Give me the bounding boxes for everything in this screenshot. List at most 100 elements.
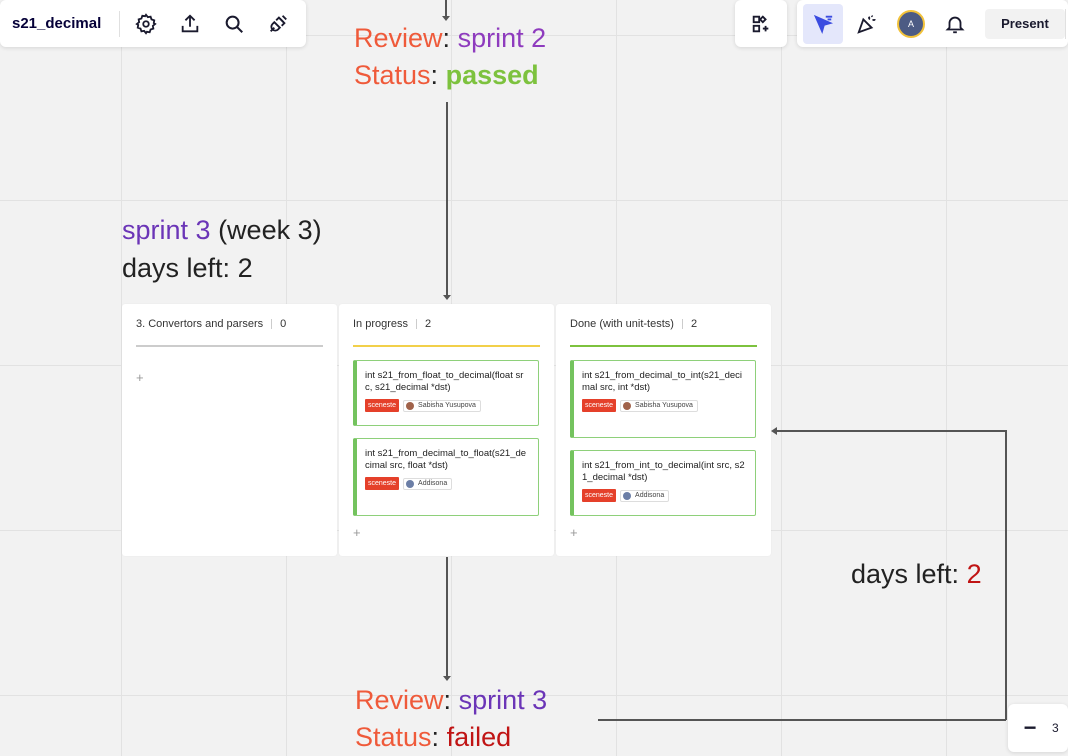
column-title: In progress (353, 318, 409, 330)
sprint-heading: sprint 3 (week 3) (122, 212, 322, 249)
card-title: int s21_from_float_to_decimal(float src,… (365, 370, 524, 393)
assignee-chip[interactable]: Addisona (403, 477, 453, 490)
connector-right-vertical (1005, 430, 1007, 720)
arrowhead-left (771, 427, 777, 435)
sprint-days-left: days left: 2 (122, 250, 253, 287)
assignee-name: Addisona (418, 480, 448, 487)
kanban-column-in-progress: In progress 2 int s21_from_float_to_deci… (339, 304, 554, 556)
board-title[interactable]: s21_decimal (0, 15, 113, 32)
column-underline (353, 345, 540, 347)
board-toolbar: s21_decimal (0, 0, 306, 47)
column-count: 2 (690, 318, 698, 330)
tag-badge[interactable]: sceneste (365, 399, 400, 412)
colon: : (443, 685, 452, 715)
column-count: 2 (425, 318, 432, 330)
celebrate-icon[interactable] (847, 4, 887, 44)
bell-icon[interactable] (935, 4, 975, 44)
assignee-name: Addisona (635, 492, 665, 499)
assignee-chip[interactable]: Sabisha Yusupova (620, 399, 698, 412)
avatar[interactable]: A (891, 4, 931, 44)
header-divider (271, 319, 273, 329)
toolbar-divider (119, 10, 121, 37)
status-label: Status (355, 722, 432, 752)
zoom-control: − 3 (1008, 704, 1068, 752)
days-left-label: days left: (122, 253, 231, 283)
bottom-review-line: Review: sprint 3 (355, 682, 547, 719)
header-divider (681, 319, 683, 329)
review-label: Review (354, 23, 443, 53)
share-icon[interactable] (170, 4, 210, 44)
present-button[interactable]: Present (985, 8, 1065, 39)
days-left-value: 2 (237, 253, 253, 283)
colon: : (430, 60, 439, 90)
kanban-column-done: Done (with unit-tests) 2 int s21_from_de… (556, 304, 771, 556)
sprint-value: sprint 3 (458, 685, 548, 715)
apps-toolbar (735, 0, 787, 47)
tag-badge[interactable]: sceneste (582, 399, 617, 412)
present-label: Present (1001, 16, 1049, 31)
add-card-button[interactable]: + (353, 525, 361, 540)
assignee-avatar (406, 479, 415, 488)
bottom-status-line: Status: failed (355, 719, 511, 756)
connector-column-to-bottom-review (446, 557, 448, 677)
review-label: Review (355, 685, 444, 715)
status-value: failed (446, 722, 512, 752)
arrowhead-down (443, 676, 451, 681)
assignee-avatar (623, 401, 632, 410)
column-underline (136, 345, 323, 347)
kanban-card[interactable]: int s21_from_decimal_to_float(s21_decima… (353, 438, 539, 516)
avatar-initial: A (897, 9, 925, 38)
kanban-card[interactable]: int s21_from_float_to_decimal(float src,… (353, 360, 539, 426)
assignee-name: Sabisha Yusupova (418, 402, 476, 409)
add-card-button[interactable]: + (570, 525, 578, 540)
arrowhead-down (443, 295, 451, 300)
column-title: 3. Convertors and parsers (136, 318, 264, 330)
assignee-avatar (406, 401, 415, 410)
sprint-name: sprint 3 (122, 215, 211, 245)
toolbar-divider (1065, 8, 1066, 39)
column-title: Done (with unit-tests) (570, 318, 674, 330)
card-title: int s21_from_decimal_to_int(s21_decimal … (582, 370, 743, 393)
assignee-chip[interactable]: Sabisha Yusupova (403, 399, 481, 412)
tag-badge[interactable]: sceneste (365, 477, 400, 490)
zoom-out-button[interactable]: − (1008, 708, 1052, 748)
column-header: Done (with unit-tests) 2 (570, 318, 697, 330)
kanban-card[interactable]: int s21_from_decimal_to_int(s21_decimal … (570, 360, 756, 438)
column-count: 0 (280, 318, 287, 330)
connector-bottom-horizontal (598, 719, 1006, 721)
cursor-filter-icon[interactable] (803, 3, 843, 44)
column-header: 3. Convertors and parsers 0 (136, 318, 286, 330)
settings-icon[interactable] (126, 4, 166, 44)
connector-to-done-column (776, 430, 1006, 432)
card-title: int s21_from_int_to_decimal(int src, s21… (582, 460, 745, 483)
top-status-line: Status: passed (354, 57, 539, 94)
minus-icon: − (1023, 715, 1037, 740)
days-left-value: 2 (966, 559, 982, 589)
add-card-button[interactable]: + (136, 370, 144, 385)
search-icon[interactable] (214, 4, 254, 44)
kanban-card[interactable]: int s21_from_int_to_decimal(int src, s21… (570, 450, 756, 516)
header-divider (416, 319, 418, 329)
colon: : (442, 23, 451, 53)
top-review-line: Review: sprint 2 (354, 20, 546, 57)
days-left-label: days left: (851, 559, 960, 589)
card-tags: sceneste Sabisha Yusupova (582, 399, 747, 412)
side-days-left: days left: 2 (851, 556, 982, 593)
card-title: int s21_from_decimal_to_float(s21_decima… (365, 448, 527, 471)
zoom-value: 3 (1052, 721, 1059, 735)
column-header: In progress 2 (353, 318, 431, 330)
sprint-week: (week 3) (218, 215, 322, 245)
card-tags: sceneste Sabisha Yusupova (365, 399, 530, 412)
kanban-column-convertors: 3. Convertors and parsers 0 + (122, 304, 337, 556)
apps-plus-icon[interactable] (741, 4, 781, 44)
collab-toolbar: A Present (797, 0, 1068, 47)
card-tags: sceneste Addisona (582, 489, 747, 502)
plugin-icon[interactable] (258, 4, 298, 44)
assignee-chip[interactable]: Addisona (620, 489, 670, 502)
connector-review-to-column (446, 102, 448, 296)
tag-badge[interactable]: sceneste (582, 489, 617, 502)
status-label: Status (354, 60, 431, 90)
card-tags: sceneste Addisona (365, 477, 530, 490)
colon: : (431, 722, 440, 752)
assignee-avatar (623, 491, 632, 500)
